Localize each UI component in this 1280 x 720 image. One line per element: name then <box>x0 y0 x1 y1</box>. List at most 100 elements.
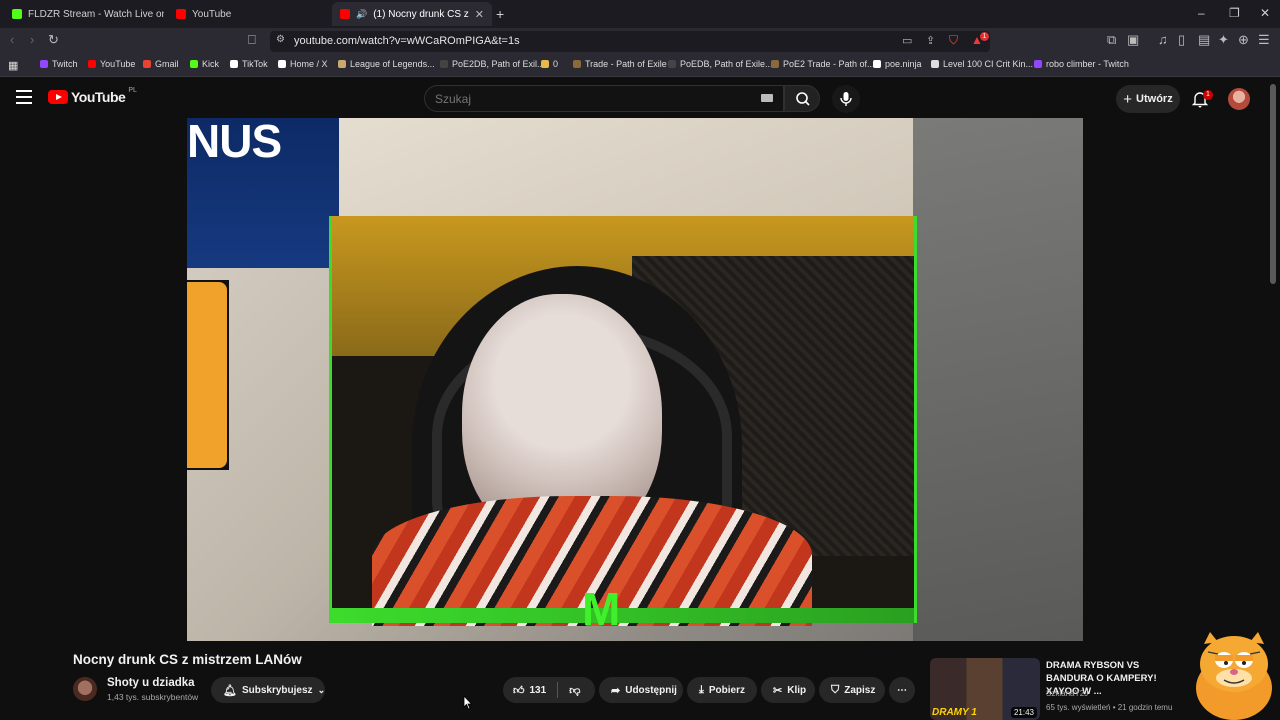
bookmark-label: League of Legends... <box>350 59 435 69</box>
subscribe-button[interactable]: 🔔︎ Subskrybujesz ⌄ <box>211 677 325 703</box>
channel-name[interactable]: Shoty u dziadka <box>107 677 195 689</box>
save-button[interactable]: ⛉ Zapisz <box>819 677 885 703</box>
poe2db-icon <box>440 60 448 68</box>
forward-icon[interactable]: › <box>30 32 34 47</box>
media-icon[interactable]: ♫ <box>1158 32 1168 47</box>
bookmark-youtube[interactable]: YouTube <box>88 59 135 69</box>
bookmark-poedb[interactable]: PoEDB, Path of Exile... <box>668 59 773 69</box>
bookmarks-bar: ▦ Twitch YouTube Gmail Kick TikTok Home … <box>0 55 1280 77</box>
bookmark-x[interactable]: Home / X <box>278 59 328 69</box>
ninja-icon <box>873 60 881 68</box>
subscribe-label: Subskrybujesz <box>241 684 313 696</box>
leo-ai-icon[interactable]: ✦ <box>1218 32 1229 48</box>
microphone-icon <box>840 92 852 106</box>
twitch-icon <box>1034 60 1042 68</box>
search-box[interactable] <box>424 85 784 112</box>
tab-youtube[interactable]: YouTube <box>168 2 328 26</box>
bookmark-label: Gmail <box>155 59 179 69</box>
recommended-video-thumbnail[interactable]: DRAMY 1 21:43 <box>930 658 1040 720</box>
bookmark-poe-ninja[interactable]: poe.ninja <box>873 59 922 69</box>
gmail-icon <box>143 60 151 68</box>
scissors-icon: ✂ <box>773 684 783 697</box>
plus-icon: + <box>1123 90 1133 108</box>
download-button[interactable]: ⤓ Pobierz <box>687 677 757 703</box>
maximize-button[interactable]: ❐ <box>1229 6 1240 20</box>
youtube-icon <box>340 9 350 19</box>
video-player[interactable]: NUS M <box>187 118 1083 641</box>
new-tab-button[interactable]: + <box>496 2 516 26</box>
wallet-card-icon[interactable]: ▤ <box>1198 32 1210 48</box>
cast-icon[interactable]: ▭ <box>902 34 912 47</box>
page-scrollbar[interactable] <box>1270 84 1276 284</box>
bookmark-label: TikTok <box>242 59 268 69</box>
site-settings-icon[interactable]: ⚙ <box>276 34 285 45</box>
bookmark-twitch[interactable]: Twitch <box>40 59 78 69</box>
bookmark-poe2db[interactable]: PoE2DB, Path of Exil... <box>440 59 545 69</box>
webcam-frame <box>329 216 917 626</box>
recommended-channel-name[interactable]: SzklanaY2J <box>1046 689 1088 698</box>
subscriber-count: 1,43 tys. subskrybentów <box>107 692 199 702</box>
channel-avatar[interactable] <box>73 677 97 701</box>
bookmark-folder[interactable]: 0 <box>541 59 558 69</box>
like-dislike-group: 👍︎ 131 👎︎ <box>503 677 595 703</box>
tiktok-icon <box>230 60 238 68</box>
close-tab-icon[interactable]: ✕ <box>475 8 484 21</box>
more-actions-button[interactable]: ⋯ <box>889 677 915 703</box>
bookmark-label: poe.ninja <box>885 59 922 69</box>
bookmark-poe-trade[interactable]: Trade - Path of Exile <box>573 59 667 69</box>
tab-current-video[interactable]: 🔊 (1) Nocny drunk CS z mistrzem LANów ✕ <box>332 2 492 26</box>
sidebar-icon[interactable]: ▯ <box>1178 32 1185 48</box>
create-button[interactable]: + Utwórz <box>1116 85 1180 113</box>
menu-icon[interactable]: ☰ <box>1258 32 1270 48</box>
brave-shield-icon[interactable]: ⛉ <box>949 33 958 48</box>
dislike-icon[interactable]: 👎︎ <box>569 684 580 697</box>
recommended-video-meta: 65 tys. wyświetleń • 21 godzin temu <box>1046 703 1173 712</box>
clip-button[interactable]: ✂ Klip <box>761 677 815 703</box>
notification-badge: 1 <box>1203 90 1213 100</box>
share-label: Udostępnij <box>625 684 677 696</box>
like-icon[interactable]: 👍︎ <box>513 684 525 697</box>
like-divider <box>557 682 559 698</box>
account-avatar[interactable] <box>1228 88 1250 110</box>
keyboard-icon[interactable] <box>761 94 773 102</box>
address-toolbar: ‹ › ↻ ⎕ ⚙ youtube.com/watch?v=wWCaROmPIG… <box>0 28 1280 55</box>
wallet-icon[interactable]: ▣ <box>1127 32 1139 48</box>
extensions-icon[interactable]: ⧉ <box>1107 32 1116 48</box>
kick-icon <box>12 9 22 19</box>
vpn-icon[interactable]: ⊕ <box>1238 32 1249 48</box>
speaker-icon: 🔊 <box>356 8 368 19</box>
like-count[interactable]: 131 <box>530 685 547 696</box>
voice-search-button[interactable] <box>832 85 860 113</box>
share-page-icon[interactable]: ⇪ <box>926 34 935 47</box>
page-icon <box>931 60 939 68</box>
back-icon[interactable]: ‹ <box>10 32 14 47</box>
close-window-button[interactable]: ✕ <box>1260 6 1270 20</box>
bookmark-page-icon[interactable]: ⎕ <box>248 32 256 48</box>
folder-icon <box>541 60 549 68</box>
bookmark-robo-climber[interactable]: robo climber - Twitch <box>1034 59 1129 69</box>
overlay-text: NUS <box>187 118 282 167</box>
bookmark-icon: ⛉ <box>831 683 840 696</box>
x-icon <box>278 60 286 68</box>
poe-icon <box>573 60 581 68</box>
reload-icon[interactable]: ↻ <box>48 32 59 48</box>
bookmark-build[interactable]: Level 100 CI Crit Kin... <box>931 59 1033 69</box>
minimize-button[interactable]: – <box>1198 6 1205 20</box>
bookmark-lol[interactable]: League of Legends... <box>338 59 435 69</box>
bookmark-label: PoEDB, Path of Exile... <box>680 59 773 69</box>
youtube-logo[interactable]: YouTube PL <box>48 87 137 105</box>
menu-icon[interactable] <box>16 90 32 104</box>
search-input[interactable] <box>435 92 735 106</box>
apps-grid-icon[interactable]: ▦ <box>8 59 18 72</box>
poedb-icon <box>668 60 676 68</box>
bookmark-kick[interactable]: Kick <box>190 59 219 69</box>
bookmark-gmail[interactable]: Gmail <box>143 59 179 69</box>
logo-text: YouTube <box>71 89 126 105</box>
search-button[interactable] <box>784 85 820 112</box>
bookmark-tiktok[interactable]: TikTok <box>230 59 268 69</box>
url-field[interactable]: ⚙ youtube.com/watch?v=wWCaROmPIGA&t=1s ▭… <box>270 31 990 52</box>
share-button[interactable]: ➦ Udostępnij <box>599 677 683 703</box>
tab-kick-stream[interactable]: FLDZR Stream - Watch Live on Kick <box>4 2 164 26</box>
bookmark-poe2-trade[interactable]: PoE2 Trade - Path of... <box>771 59 875 69</box>
save-label: Zapisz <box>844 684 876 696</box>
